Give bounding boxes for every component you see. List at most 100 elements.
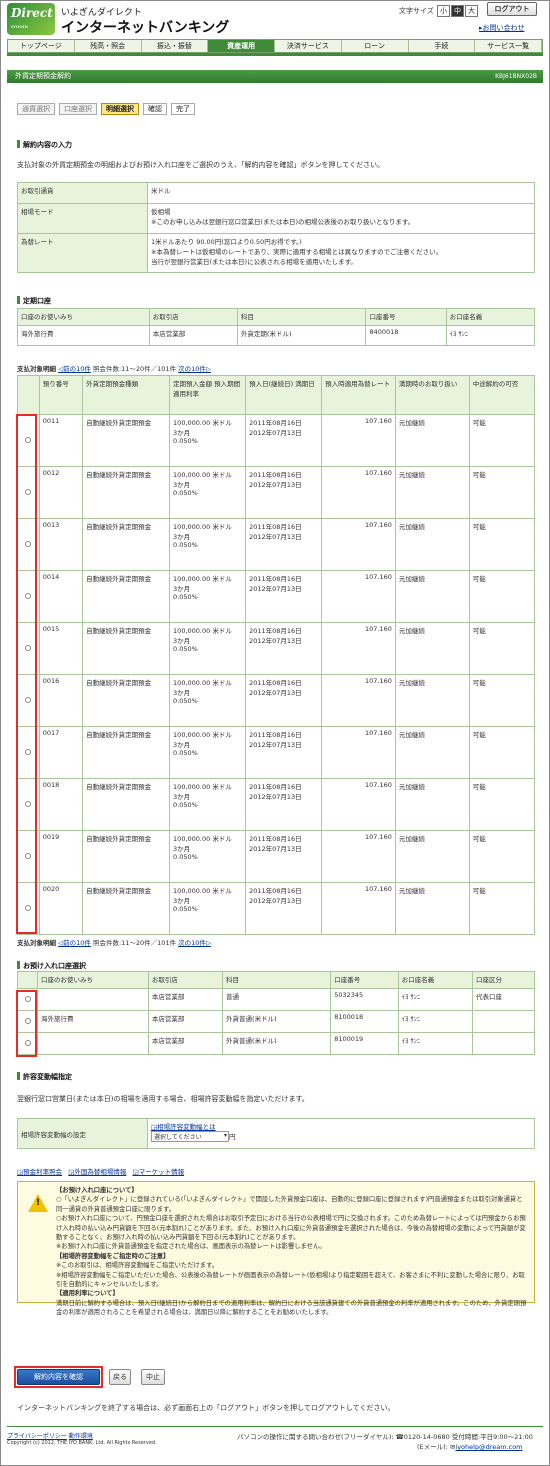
info-table: お取引通貨 米ドル 相場モード 仮相場 ※このお申し込みは翌銀行窓口営業日(または本日… <box>17 182 535 273</box>
deposit-header-radio <box>17 971 38 989</box>
detail-maturity: 元加継続 <box>394 570 470 623</box>
info-links: ◲預金利率照会 ◲外国為替相場情報 ◲マーケット情報 <box>17 1166 184 1176</box>
deposit-header-4: お口座名義 <box>397 971 473 989</box>
next-page-link-bottom[interactable]: 次の10件▷ <box>178 939 211 947</box>
detail-amount: 100,000.00 米ドル 3か月 0.050% <box>169 622 247 675</box>
logo-text: Direct <box>11 6 53 20</box>
pager-bottom: 支払対象明細 ◁前の10件 照会件数:11〜20件／101件 次の10件▷ <box>17 937 211 947</box>
pager-top: 支払対象明細 ◁前の10件 照会件数:11〜20件／101件 次の10件▷ <box>17 363 211 373</box>
detail-header-row: 預り番号 外貨定期預金種類 定期預入金額 預入期間 適用利率 預入日(継続日) 満期日… <box>17 375 536 415</box>
phone-number: 0120-14-0680 受付時間:平日9:00〜21:00 <box>403 1433 533 1441</box>
deposit-row[interactable]: 本店営業部 外貨普通(米ドル) 8100019 ｲﾖ ｻﾝﾆ <box>17 1032 536 1055</box>
tolerance-title: 許容変動幅指定 <box>17 1072 72 1082</box>
detail-row[interactable]: 0017 自動継続外貨定期預金 100,000.00 米ドル 3か月 0.050% 201… <box>17 726 536 779</box>
prev-page-link-bottom[interactable]: ◁前の10件 <box>58 939 91 947</box>
nav-item-1[interactable]: 残高・照会 <box>75 40 142 52</box>
fixed-account-table: 口座のお使いみち お取引店 科目 口座番号 お口座名義 海外旅行費 本店営業部 外貨定期(米… <box>17 308 536 346</box>
fixed-cell-0: 海外旅行費 <box>17 325 150 346</box>
detail-no: 0012 <box>38 466 84 519</box>
deposit-row[interactable]: 海外旅行費 本店営業部 外貨普通(米ドル) 8100018 ｲﾖ ｻﾝﾆ <box>17 1010 536 1033</box>
detail-row[interactable]: 0018 自動継続外貨定期預金 100,000.00 米ドル 3か月 0.050% 201… <box>17 778 536 831</box>
email-link[interactable]: iyohelp@dream.com <box>455 1443 522 1451</box>
tolerance-select[interactable]: 選択してください ▾ <box>151 1131 229 1142</box>
tolerance-link-label: 相場許容変動幅とは <box>157 1123 216 1131</box>
detail-date2: 2012年07月13日 <box>249 481 302 489</box>
detail-date1: 2011年08月16日 <box>249 627 302 635</box>
tolerance-help-link[interactable]: ◲相場許容変動幅とは <box>151 1121 531 1131</box>
back-button[interactable]: 戻る <box>109 1369 131 1385</box>
fixed-header-0: 口座のお使いみち <box>17 308 150 326</box>
detail-cancel: 可能 <box>468 414 536 467</box>
detail-row[interactable]: 0014 自動継続外貨定期預金 100,000.00 米ドル 3か月 0.050% 201… <box>17 570 536 623</box>
link-deposit-rate[interactable]: ◲預金利率照会 <box>17 1168 62 1176</box>
brand-logo[interactable]: Direct IYOGIN <box>7 3 55 35</box>
next-page-link[interactable]: 次の10件▷ <box>178 365 211 373</box>
cancel-button[interactable]: 中止 <box>141 1369 165 1385</box>
nav-item-3[interactable]: 資産運用 <box>208 40 275 52</box>
link-fx-info[interactable]: ◲外国為替相場情報 <box>68 1168 126 1176</box>
detail-dates: 2011年08月16日 2012年07月13日 <box>245 830 323 883</box>
detail-maturity: 元加継続 <box>394 726 470 779</box>
step-indicator: 通貨選択 口座選択 明細選択 確認 完了 <box>17 103 195 115</box>
link-market-info[interactable]: ◲マーケット情報 <box>132 1168 184 1176</box>
logout-button[interactable]: ログアウト <box>487 2 537 16</box>
nav-item-6[interactable]: 手続 <box>409 40 476 52</box>
detail-amount: 100,000.00 米ドル <box>173 523 232 531</box>
detail-row[interactable]: 0012 自動継続外貨定期預金 100,000.00 米ドル 3か月 0.050% 201… <box>17 466 536 519</box>
nav-item-0[interactable]: トップページ <box>8 40 75 52</box>
contact-link[interactable]: ▸お問い合わせ <box>479 23 525 33</box>
step-3-current: 明細選択 <box>101 103 139 115</box>
page-id: KBJ61BNX02B <box>495 73 537 80</box>
deposit-header-5: 口座区分 <box>471 971 536 989</box>
detail-maturity: 元加継続 <box>394 518 470 571</box>
deposit-header-row: 口座のお使いみち お取引店 科目 口座番号 お口座名義 口座区分 <box>17 971 536 989</box>
detail-row[interactable]: 0019 自動継続外貨定期預金 100,000.00 米ドル 3か月 0.050% 201… <box>17 830 536 883</box>
detail-row[interactable]: 0020 自動継続外貨定期預金 100,000.00 米ドル 3か月 0.050% 201… <box>17 882 536 935</box>
detail-amount: 100,000.00 米ドル 3か月 0.050% <box>169 882 247 935</box>
detail-maturity: 元加継続 <box>394 830 470 883</box>
font-large-button[interactable]: 大 <box>465 5 479 17</box>
deposit-cell-1: 本店営業部 <box>147 988 224 1011</box>
prev-label-bottom: 前の10件 <box>63 939 91 947</box>
detail-row[interactable]: 0013 自動継続外貨定期預金 100,000.00 米ドル 3か月 0.050% 201… <box>17 518 536 571</box>
nav-item-4[interactable]: 決済サービス <box>275 40 342 52</box>
pager-info-bottom: 照会件数:11〜20件／101件 <box>92 939 177 947</box>
detail-fx: 107.160 <box>321 778 396 831</box>
detail-rate: 0.050% <box>173 749 198 757</box>
detail-rate: 0.050% <box>173 905 198 913</box>
footer: プライバシーポリシー 動作環境 Copyright (c) 2012, THE … <box>7 1426 543 1451</box>
nav-item-5[interactable]: ローン <box>342 40 409 52</box>
font-small-button[interactable]: 小 <box>437 5 451 17</box>
detail-no: 0020 <box>38 882 84 935</box>
font-medium-button[interactable]: 中 <box>451 5 465 17</box>
nav-item-2[interactable]: 振込・振替 <box>142 40 209 52</box>
detail-rate: 0.050% <box>173 489 198 497</box>
detail-amount: 100,000.00 米ドル 3か月 0.050% <box>169 830 247 883</box>
nav-item-7[interactable]: サービス一覧 <box>475 40 542 52</box>
detail-period: 3か月 <box>173 533 191 541</box>
detail-period: 3か月 <box>173 741 191 749</box>
detail-date1: 2011年08月16日 <box>249 523 302 531</box>
confirm-cancellation-button[interactable]: 解約内容を確認 <box>17 1369 100 1385</box>
detail-no: 0016 <box>38 674 84 727</box>
detail-row[interactable]: 0015 自動継続外貨定期預金 100,000.00 米ドル 3か月 0.050% 201… <box>17 622 536 675</box>
deposit-cell-5 <box>471 1010 536 1033</box>
prev-page-link[interactable]: ◁前の10件 <box>58 365 91 373</box>
detail-row[interactable]: 0011 自動継続外貨定期預金 100,000.00 米ドル 3か月 0.050% 201… <box>17 414 536 467</box>
privacy-link[interactable]: プライバシーポリシー <box>7 1433 67 1440</box>
detail-fx: 107.160 <box>321 830 396 883</box>
highlight-deposit-radios <box>16 990 37 1057</box>
detail-row[interactable]: 0016 自動継続外貨定期預金 100,000.00 米ドル 3か月 0.050% 201… <box>17 674 536 727</box>
deposit-row[interactable]: 本店営業部 普通 5032345 ｲﾖ ｻﾝﾆ 代表口座 <box>17 988 536 1011</box>
detail-type: 自動継続外貨定期預金 <box>82 882 171 935</box>
detail-cancel: 可能 <box>468 674 536 727</box>
detail-type: 自動継続外貨定期預金 <box>82 518 171 571</box>
tolerance-desc: 翌銀行窓口営業日(または本日)の相場を適用する場合、相場許容変動幅を指定いただけ… <box>17 1095 309 1103</box>
detail-amount: 100,000.00 米ドル 3か月 0.050% <box>169 570 247 623</box>
environment-link[interactable]: 動作環境 <box>69 1433 93 1440</box>
deposit-cell-5 <box>471 1032 536 1055</box>
detail-period: 3か月 <box>173 481 191 489</box>
chevron-down-icon: ▾ <box>223 1132 227 1139</box>
deposit-cell-3: 5032345 <box>330 988 399 1011</box>
fixed-cell-4: ｲﾖ ｻﾝﾆ <box>445 325 536 346</box>
